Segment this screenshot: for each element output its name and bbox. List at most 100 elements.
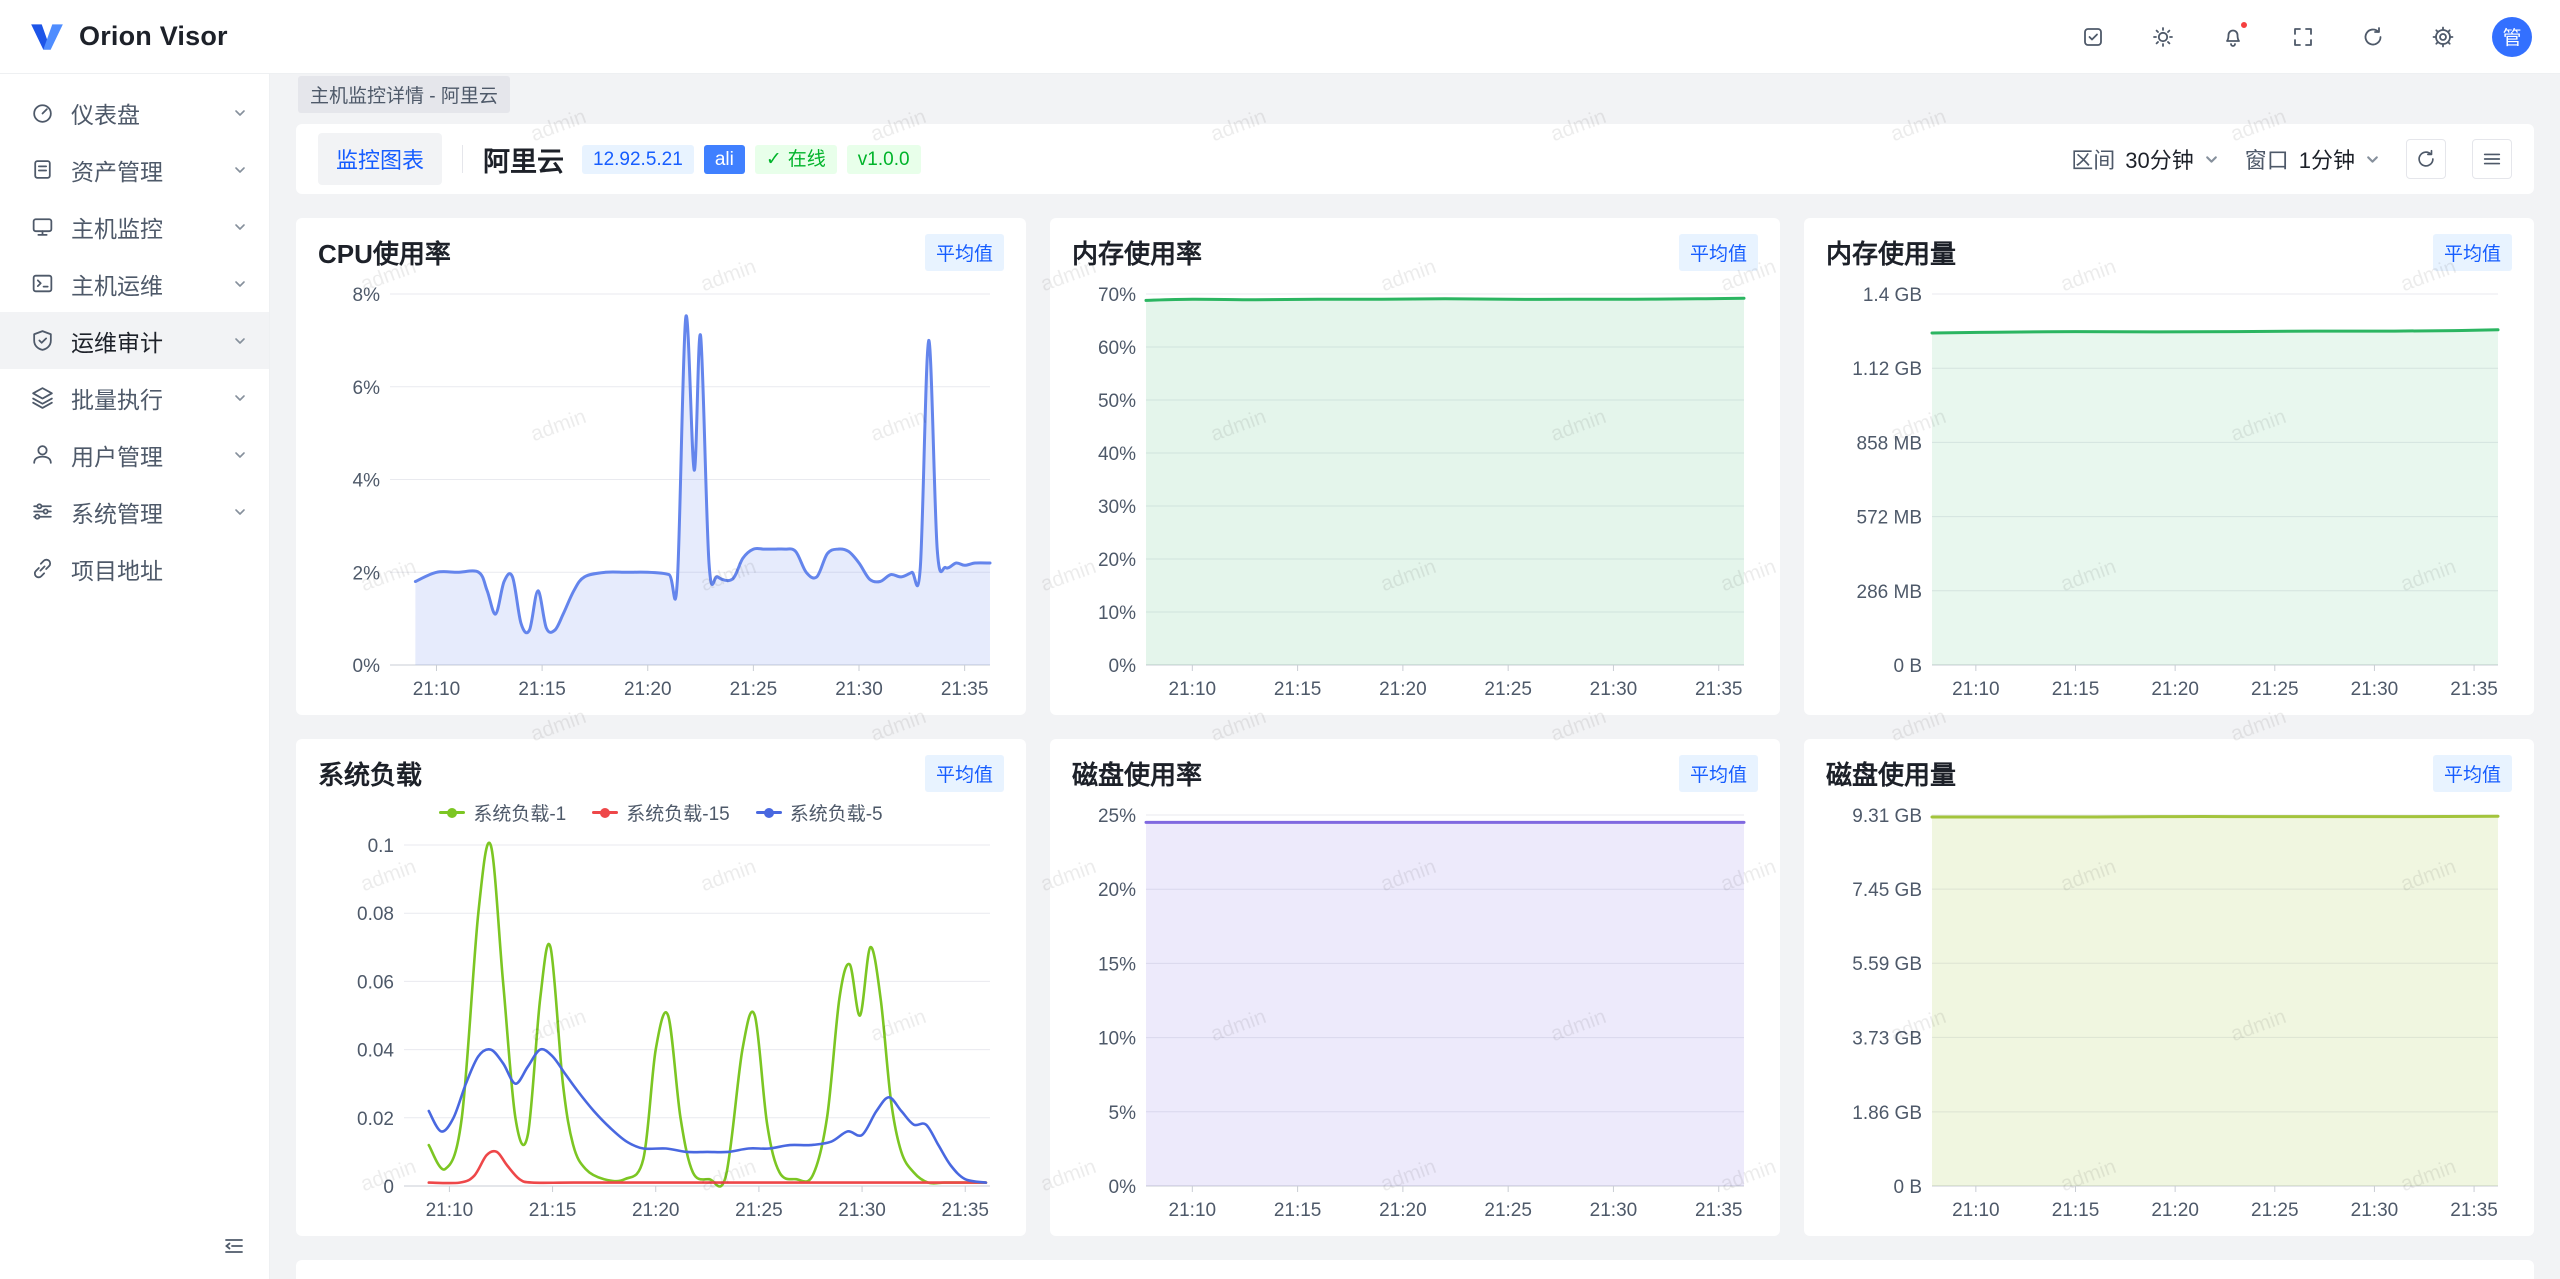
svg-text:20%: 20% [1098, 880, 1136, 901]
refresh-icon[interactable] [2352, 16, 2394, 58]
window-label: 窗口 [2245, 143, 2289, 175]
sidebar-item-host-ops[interactable]: 主机运维 [0, 255, 269, 312]
system-load-chart[interactable]: 00.020.040.060.080.121:1021:1521:2021:25… [318, 797, 1004, 1228]
sidebar-item-host-monitor[interactable]: 主机监控 [0, 198, 269, 255]
interval-select[interactable]: 区间 30分钟 [2071, 143, 2219, 175]
sidebar-item-label: 主机监控 [71, 210, 163, 244]
monitor-icon [30, 214, 55, 239]
user-avatar[interactable]: 管 [2492, 17, 2532, 57]
svg-text:21:10: 21:10 [1952, 1200, 2000, 1221]
svg-text:0 B: 0 B [1893, 1177, 1922, 1198]
sidebar-item-dashboard[interactable]: 仪表盘 [0, 84, 269, 141]
svg-text:9.31 GB: 9.31 GB [1852, 806, 1922, 827]
sidebar-item-system-mgmt[interactable]: 系统管理 [0, 483, 269, 540]
monitor-chart-button[interactable]: 监控图表 [318, 133, 442, 185]
svg-text:15%: 15% [1098, 954, 1136, 975]
svg-text:50%: 50% [1098, 391, 1136, 412]
host-version-tag: v1.0.0 [847, 145, 921, 174]
chart-refresh-button[interactable] [2406, 139, 2446, 179]
svg-text:21:10: 21:10 [426, 1200, 474, 1221]
average-tag[interactable]: 平均值 [925, 755, 1004, 792]
svg-text:4%: 4% [353, 471, 381, 492]
svg-text:21:15: 21:15 [1274, 679, 1322, 700]
svg-text:21:30: 21:30 [2351, 679, 2399, 700]
svg-text:0: 0 [383, 1177, 394, 1198]
chart-card-cpu-usage: CPU使用率 平均值 0%2%4%6%8%21:1021:1521:2021:2… [296, 218, 1026, 715]
svg-text:0%: 0% [353, 656, 381, 677]
sidebar-item-label: 系统管理 [71, 495, 163, 529]
average-tag[interactable]: 平均值 [925, 234, 1004, 271]
chart-config-menu-button[interactable] [2472, 139, 2512, 179]
chevron-down-icon [233, 327, 247, 354]
sidebar-item-user-mgmt[interactable]: 用户管理 [0, 426, 269, 483]
legend-item[interactable]: 系统负载-5 [756, 799, 883, 826]
average-tag[interactable]: 平均值 [2433, 755, 2512, 792]
tasks-icon[interactable] [2072, 16, 2114, 58]
chart-title: CPU使用率 [318, 234, 451, 271]
chevron-down-icon [233, 99, 247, 126]
memory-usage-amount-chart[interactable]: 0 B286 MB572 MB858 MB1.12 GB1.4 GB21:102… [1826, 276, 2512, 707]
next-row-card-partial [296, 1260, 2534, 1279]
svg-text:21:35: 21:35 [2450, 1200, 2498, 1221]
svg-text:21:20: 21:20 [1379, 679, 1427, 700]
chart-title: 磁盘使用量 [1826, 755, 1956, 792]
document-icon [30, 157, 55, 182]
theme-toggle-icon[interactable] [2142, 16, 2184, 58]
top-navbar: Orion Visor 管 [0, 0, 2560, 74]
svg-text:21:35: 21:35 [2450, 679, 2498, 700]
legend-item[interactable]: 系统负载-15 [592, 799, 729, 826]
check-icon: ✓ [766, 150, 782, 169]
fullscreen-icon[interactable] [2282, 16, 2324, 58]
svg-text:21:25: 21:25 [1484, 679, 1532, 700]
sidebar-item-label: 批量执行 [71, 381, 163, 415]
svg-text:10%: 10% [1098, 1029, 1136, 1050]
svg-text:21:35: 21:35 [1695, 679, 1743, 700]
user-icon [30, 442, 55, 467]
svg-text:1.4 GB: 1.4 GB [1863, 285, 1922, 306]
disk-usage-percent-chart[interactable]: 0%5%10%15%20%25%21:1021:1521:2021:2521:3… [1072, 797, 1758, 1228]
svg-text:8%: 8% [353, 285, 381, 306]
svg-text:0%: 0% [1109, 656, 1137, 677]
sidebar: 仪表盘 资产管理 主机监控 主机运维 运维审计 批量执行 [0, 74, 270, 1279]
host-ip-tag: 12.92.5.21 [582, 145, 694, 174]
disk-usage-amount-chart[interactable]: 0 B1.86 GB3.73 GB5.59 GB7.45 GB9.31 GB21… [1826, 797, 2512, 1228]
average-tag[interactable]: 平均值 [2433, 234, 2512, 271]
chart-title: 系统负载 [318, 755, 422, 792]
legend-item[interactable]: 系统负载-1 [439, 799, 566, 826]
interval-value: 30分钟 [2125, 143, 2193, 175]
chevron-down-icon [233, 498, 247, 525]
svg-text:21:35: 21:35 [941, 1200, 989, 1221]
window-select[interactable]: 窗口 1分钟 [2245, 143, 2380, 175]
chevron-down-icon [233, 156, 247, 183]
svg-text:6%: 6% [353, 378, 381, 399]
settings-gear-icon[interactable] [2422, 16, 2464, 58]
sliders-icon [30, 499, 55, 524]
cpu-usage-chart[interactable]: 0%2%4%6%8%21:1021:1521:2021:2521:3021:35 [318, 276, 1004, 707]
sidebar-item-project-link[interactable]: 项目地址 [0, 540, 269, 597]
notifications-bell-icon[interactable] [2212, 16, 2254, 58]
sidebar-collapse-icon[interactable] [217, 1229, 251, 1263]
svg-text:21:30: 21:30 [2351, 1200, 2399, 1221]
terminal-icon [30, 271, 55, 296]
sidebar-item-label: 用户管理 [71, 438, 163, 472]
sidebar-item-ops-audit[interactable]: 运维审计 [0, 312, 269, 369]
sidebar-item-batch-exec[interactable]: 批量执行 [0, 369, 269, 426]
memory-usage-percent-chart[interactable]: 0%10%20%30%40%50%60%70%21:1021:1521:2021… [1072, 276, 1758, 707]
chevron-down-icon [2365, 152, 2380, 167]
breadcrumb-chip[interactable]: 主机监控详情 - 阿里云 [298, 76, 510, 113]
svg-text:0.02: 0.02 [357, 1109, 394, 1130]
host-header-card: 监控图表 阿里云 12.92.5.21 ali ✓在线 v1.0.0 区间 30… [296, 124, 2534, 194]
svg-text:21:30: 21:30 [835, 679, 883, 700]
orion-visor-logo [28, 18, 66, 56]
svg-text:21:25: 21:25 [1484, 1200, 1532, 1221]
svg-text:1.86 GB: 1.86 GB [1852, 1103, 1922, 1124]
host-user-tag: ali [704, 145, 745, 174]
link-icon [30, 556, 55, 581]
average-tag[interactable]: 平均值 [1679, 755, 1758, 792]
sidebar-item-label: 主机运维 [71, 267, 163, 301]
sidebar-item-assets[interactable]: 资产管理 [0, 141, 269, 198]
layers-icon [30, 385, 55, 410]
average-tag[interactable]: 平均值 [1679, 234, 1758, 271]
svg-text:21:15: 21:15 [2052, 679, 2100, 700]
svg-text:0%: 0% [1109, 1177, 1137, 1198]
